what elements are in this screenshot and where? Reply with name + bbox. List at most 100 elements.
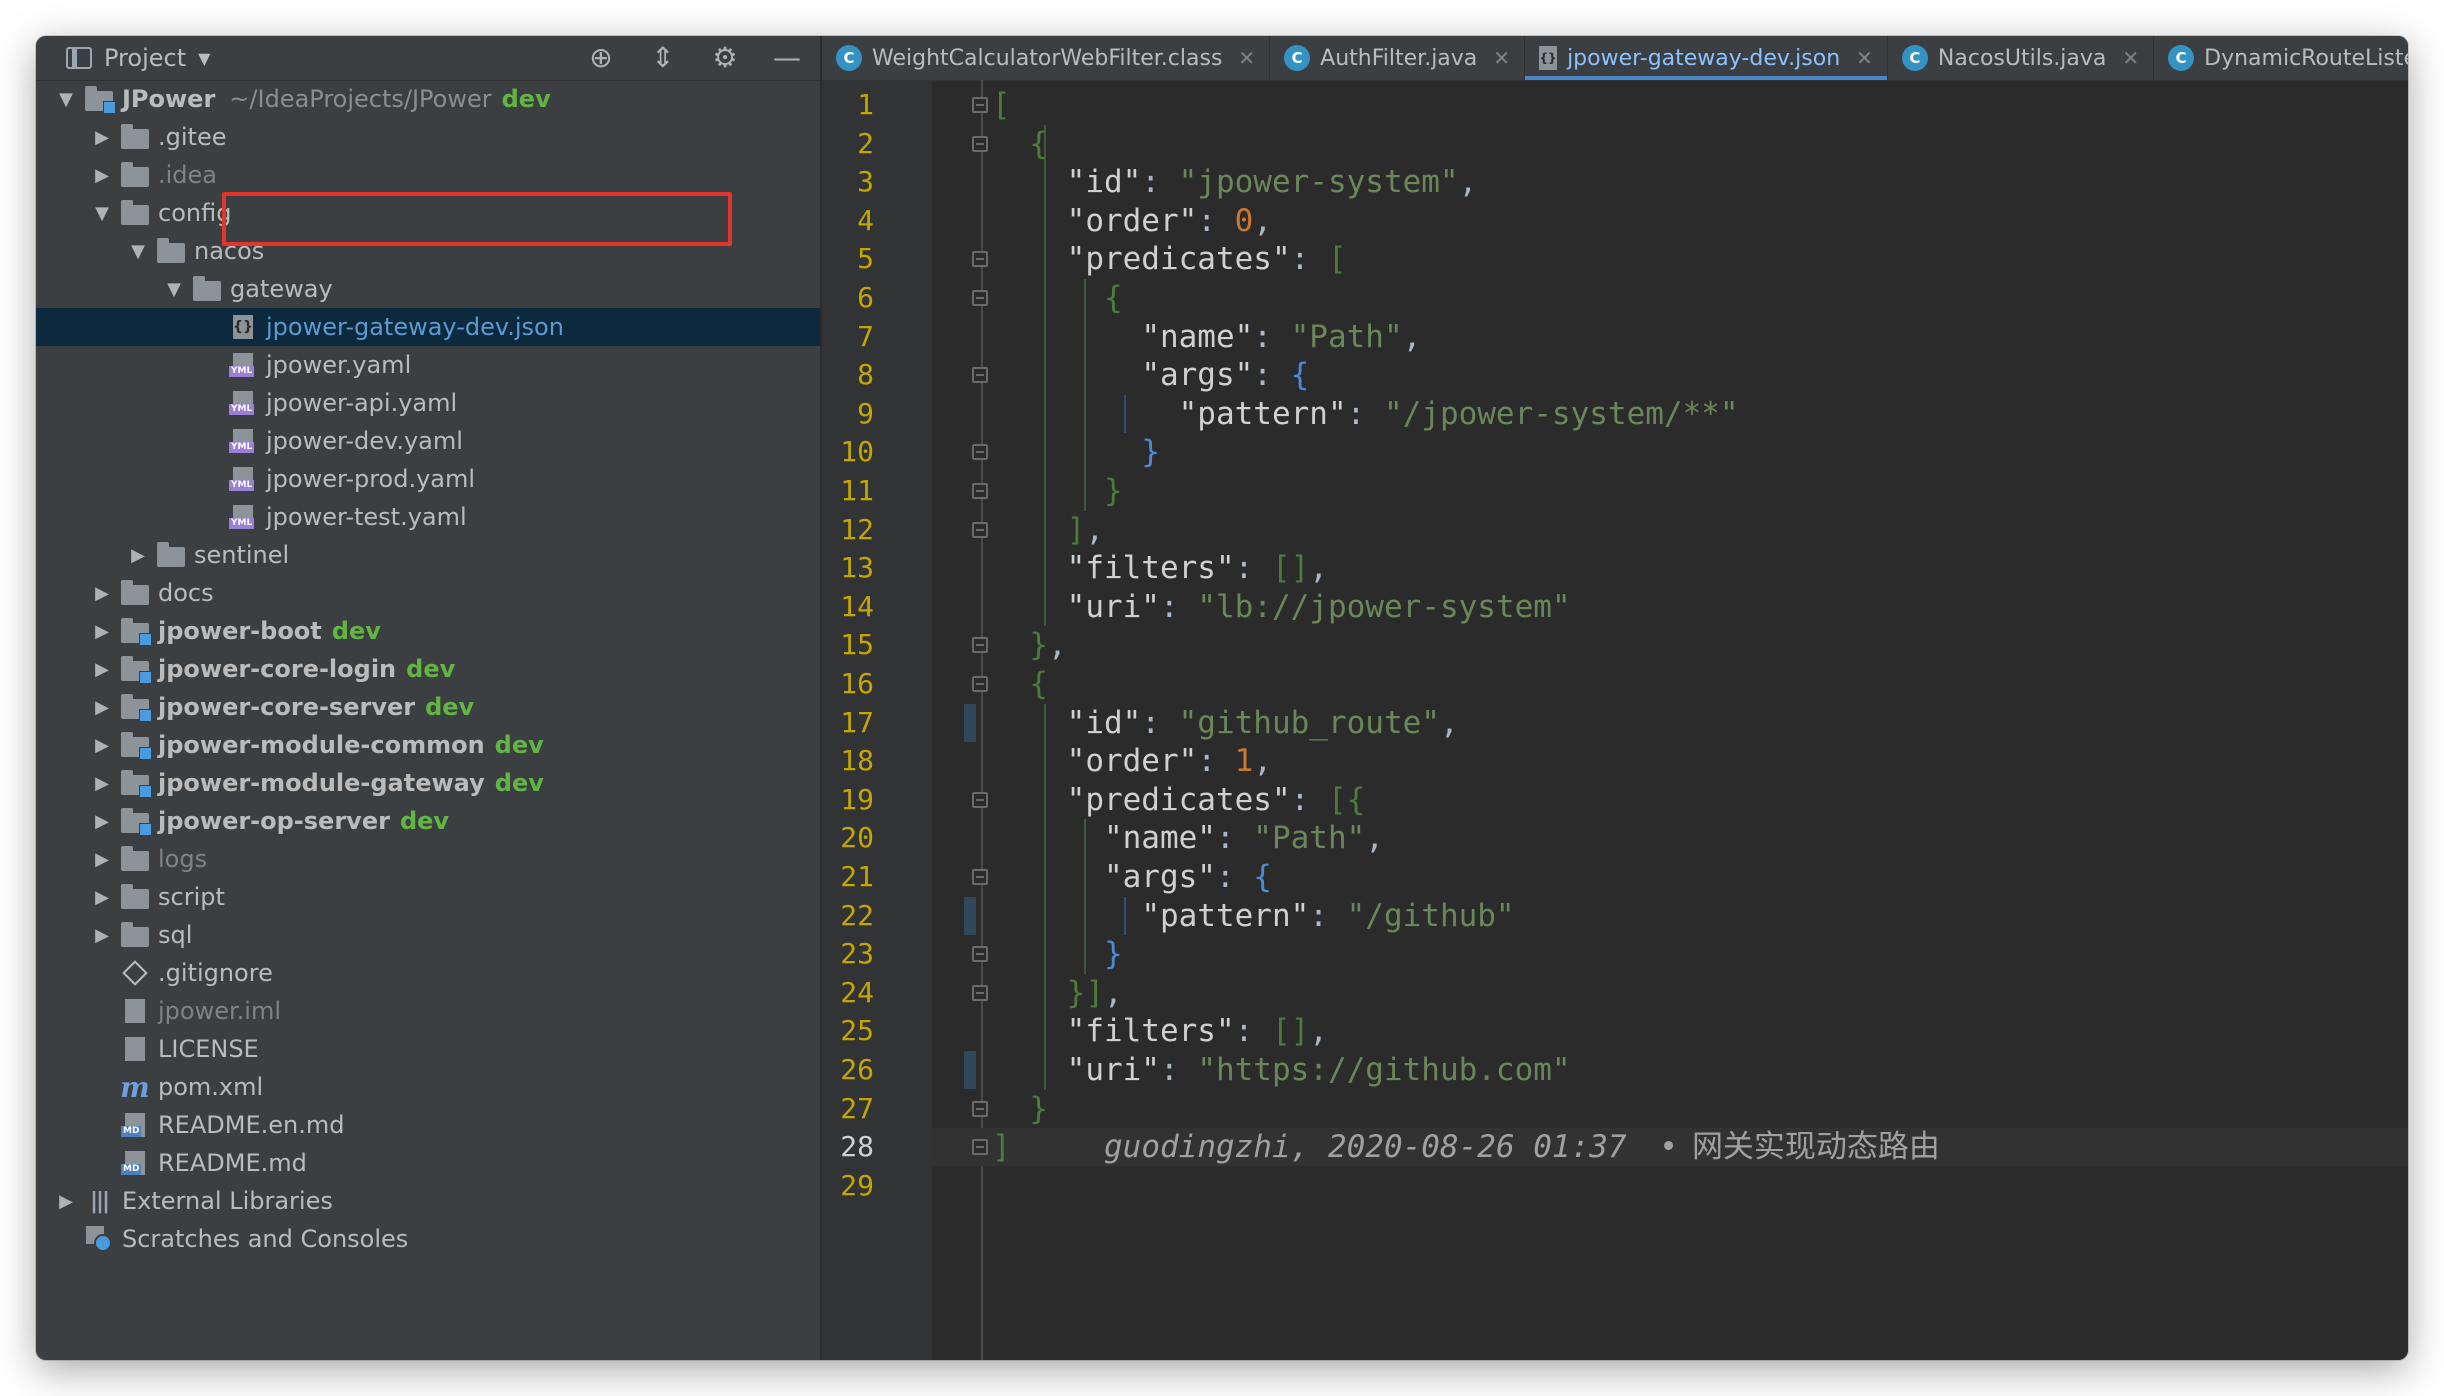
fold-marker-icon[interactable] [972, 135, 988, 152]
fold-marker-icon[interactable] [972, 521, 988, 538]
collapsed-arrow-icon[interactable]: ▶ [90, 887, 114, 908]
collapse-all-icon[interactable]: ⇕ [648, 36, 678, 80]
close-icon[interactable]: ✕ [1856, 46, 1873, 70]
code-token: : [1234, 1013, 1272, 1050]
tree-item[interactable]: m pom.xml [36, 1068, 820, 1106]
tree-item[interactable]: ▼ gateway [36, 270, 820, 308]
tree-item[interactable]: ▶ jpower-module-common dev [36, 726, 820, 764]
fold-marker-icon[interactable] [972, 97, 988, 113]
tree-item[interactable]: ▶ logs [36, 840, 820, 878]
fold-marker-icon[interactable] [972, 444, 988, 461]
tree-item[interactable]: .gitignore [36, 954, 820, 992]
line-number: 1 [857, 88, 874, 121]
tree-item[interactable]: {} jpower-gateway-dev.json [36, 308, 820, 346]
git-branch-label: dev [425, 693, 475, 721]
collapsed-arrow-icon[interactable]: ▶ [90, 621, 114, 642]
gear-icon[interactable]: ⚙ [710, 36, 740, 80]
tree-item[interactable]: ▶ jpower-core-server dev [36, 688, 820, 726]
fold-marker-icon[interactable] [972, 946, 988, 963]
tree-item-label: jpower.iml [158, 997, 281, 1025]
code-token: , [1103, 974, 1123, 1011]
collapsed-arrow-icon[interactable]: ▶ [90, 925, 114, 946]
tree-item[interactable]: ▶ jpower-module-gateway dev [36, 764, 820, 802]
collapsed-arrow-icon[interactable]: ▶ [90, 165, 114, 186]
tree-item[interactable]: ▶ ||| External Libraries [36, 1182, 820, 1220]
tree-item[interactable]: ▼ nacos [36, 232, 820, 270]
module-folder-icon [84, 86, 116, 114]
collapsed-arrow-icon[interactable]: ▶ [90, 583, 114, 604]
tree-item[interactable]: ▶ jpower-op-server dev [36, 802, 820, 840]
tree-item[interactable]: ▼ config [36, 194, 820, 232]
editor-tab[interactable]: C AuthFilter.java ✕ [1270, 36, 1526, 80]
collapsed-arrow-icon[interactable]: ▶ [90, 659, 114, 680]
expanded-arrow-icon[interactable]: ▼ [90, 203, 114, 224]
close-icon[interactable]: ✕ [2122, 46, 2139, 70]
tree-item[interactable]: ▶ script [36, 878, 820, 916]
fold-marker-icon[interactable] [972, 637, 988, 654]
tree-item[interactable]: Scratches and Consoles [36, 1220, 820, 1258]
class-icon: C [1901, 45, 1928, 71]
maven-icon: m [120, 1070, 150, 1104]
ide-window: Project ▼ ⊕ ⇕ ⚙ — ▼ JPower ~/IdeaProjects/… [36, 36, 2408, 1360]
collapsed-arrow-icon[interactable]: ▶ [90, 735, 114, 756]
markdown-file-icon: MD [120, 1112, 150, 1138]
tree-item[interactable]: YML jpower-api.yaml [36, 384, 820, 422]
tree-item[interactable]: ▶ jpower-boot dev [36, 612, 820, 650]
collapsed-arrow-icon[interactable]: ▶ [90, 127, 114, 148]
vcs-change-marker[interactable] [964, 1051, 976, 1089]
collapsed-arrow-icon[interactable]: ▶ [90, 811, 114, 832]
tree-item[interactable]: YML jpower-dev.yaml [36, 422, 820, 460]
close-icon[interactable]: ✕ [1238, 46, 1255, 70]
tree-item[interactable]: ▶ .idea [36, 156, 820, 194]
collapsed-arrow-icon[interactable]: ▶ [90, 849, 114, 870]
fold-marker-icon[interactable] [972, 791, 988, 808]
collapsed-arrow-icon[interactable]: ▶ [90, 697, 114, 718]
hide-panel-icon[interactable]: — [772, 36, 802, 80]
locate-file-icon[interactable]: ⊕ [586, 36, 616, 80]
fold-marker-icon[interactable] [972, 676, 988, 692]
tree-item[interactable]: YML jpower-prod.yaml [36, 460, 820, 498]
close-icon[interactable]: ✕ [1493, 46, 1510, 70]
editor-tab[interactable]: {} jpower-gateway-dev.json ✕ [1525, 36, 1888, 80]
fold-marker-icon[interactable] [972, 1139, 988, 1156]
code-token: "uri" [1066, 1052, 1160, 1088]
code-line: "order": 1, [992, 742, 1272, 780]
tree-item[interactable]: MD README.md [36, 1144, 820, 1182]
vcs-change-marker[interactable] [964, 703, 976, 742]
expanded-arrow-icon[interactable]: ▼ [126, 241, 150, 262]
fold-marker-icon[interactable] [972, 483, 988, 499]
tree-item[interactable]: ▼ JPower ~/IdeaProjects/JPower dev [36, 80, 820, 118]
editor-tab[interactable]: C WeightCalculatorWebFilter.class ✕ [822, 36, 1271, 80]
git-branch-label: dev [494, 731, 544, 759]
tree-item[interactable]: ▶ .gitee [36, 118, 820, 156]
tree-item[interactable]: MD README.en.md [36, 1106, 820, 1144]
fold-marker-icon[interactable] [972, 367, 988, 384]
editor-tab[interactable]: C DynamicRouteListe [2154, 36, 2408, 80]
fold-marker-icon[interactable] [972, 984, 988, 1001]
code-token: { [1029, 666, 1048, 702]
editor-tab[interactable]: C NacosUtils.java ✕ [1888, 36, 2155, 80]
tree-item[interactable]: ▶ docs [36, 574, 820, 612]
collapsed-arrow-icon[interactable]: ▶ [126, 545, 150, 566]
code-line: "filters": [], [992, 1012, 1328, 1050]
expanded-arrow-icon[interactable]: ▼ [54, 89, 78, 110]
fold-marker-icon[interactable] [972, 251, 988, 268]
collapsed-arrow-icon[interactable]: ▶ [90, 773, 114, 794]
tree-item[interactable]: ▶ jpower-core-login dev [36, 650, 820, 688]
code-line: { [992, 665, 1048, 703]
fold-marker-icon[interactable] [972, 1100, 988, 1117]
collapsed-arrow-icon[interactable]: ▶ [54, 1191, 78, 1212]
code-line: "pattern": "/github" [992, 897, 1514, 935]
fold-marker-icon[interactable] [972, 290, 988, 306]
project-view-selector[interactable]: Project ▼ [66, 36, 210, 80]
fold-marker-icon[interactable] [972, 869, 988, 885]
tree-item[interactable]: LICENSE [36, 1030, 820, 1068]
tree-item[interactable]: ▶ sentinel [36, 536, 820, 574]
tree-item[interactable]: jpower.iml [36, 992, 820, 1030]
expanded-arrow-icon[interactable]: ▼ [162, 279, 186, 300]
vcs-change-marker[interactable] [964, 896, 976, 935]
tree-item[interactable]: YML jpower-test.yaml [36, 498, 820, 536]
tree-item[interactable]: ▶ sql [36, 916, 820, 954]
tree-item[interactable]: YML jpower.yaml [36, 346, 820, 384]
